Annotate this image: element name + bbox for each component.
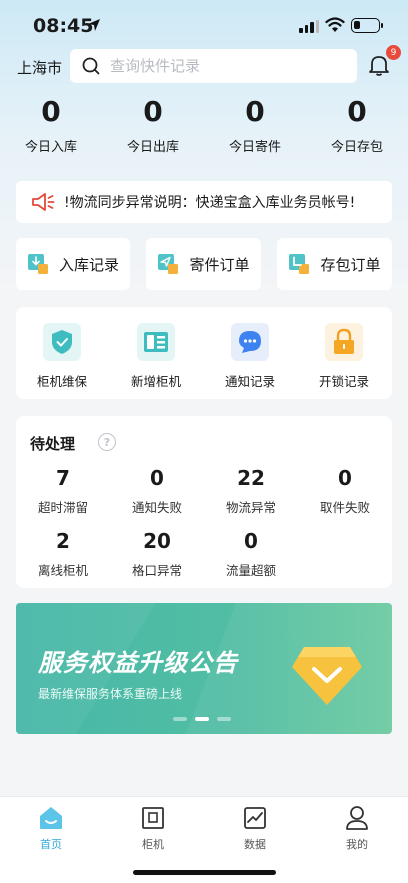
pending-value: 22 [237,466,265,490]
pending-value: 7 [56,466,70,490]
inbound-record-icon [27,254,48,274]
stat-label: 今日出库 [126,140,179,155]
promo-banner[interactable]: 服务权益升级公告 最新维保服务体系重磅上线 [16,603,392,734]
send-order-button[interactable]: 寄件订单 [146,238,261,290]
pending-logistics-error[interactable]: 22 物流异常 [204,466,298,516]
send-order-label: 寄件订单 [189,255,250,274]
storage-order-label: 存包订单 [320,255,381,274]
pending-title: 待处理 [30,435,76,453]
storage-order-button[interactable]: 存包订单 [277,238,392,290]
pending-timeout[interactable]: 7 超时滞留 [16,466,110,516]
pending-data-overage[interactable]: 0 流量超额 [204,529,298,579]
pending-value: 0 [150,466,164,490]
pending-value: 0 [244,529,258,553]
pending-label: 离线柜机 [37,563,88,578]
message-icon [231,323,269,361]
search-icon [82,57,100,75]
menu-label: 新增柜机 [130,374,181,389]
storage-order-icon [289,254,310,274]
notification-badge: 9 [386,45,401,60]
bell-icon[interactable] [368,54,390,76]
pending-offline-cabinet[interactable]: 2 离线柜机 [16,529,110,579]
pending-pickup-fail[interactable]: 0 取件失败 [298,466,392,516]
pending-panel: 待处理 ? 7 超时滞留 0 通知失败 22 物流异常 0 取件失败 2 离线柜… [16,416,392,588]
shield-check-icon [43,323,81,361]
pending-label: 取件失败 [319,500,370,515]
search-input[interactable] [110,57,330,75]
stat-label: 今日存包 [330,140,383,155]
pending-value: 20 [143,529,171,553]
tab-label: 我的 [346,838,368,851]
help-icon[interactable]: ? [98,433,116,451]
menu-label: 开锁记录 [318,374,369,389]
cellular-signal-icon [299,20,319,33]
wifi-icon [325,17,345,32]
pending-label: 格口异常 [131,563,182,578]
cabinet-icon [142,807,164,829]
function-menu: 柜机维保 新增柜机 通知记录 开锁记录 [16,307,392,399]
search-bar[interactable] [70,49,357,83]
pending-label: 物流异常 [225,500,276,515]
stat-value: 0 [41,95,61,128]
home-indicator [133,870,276,875]
stat-value: 0 [245,95,265,128]
pending-label: 超时滞留 [37,500,88,515]
stat-send[interactable]: 0 今日寄件 [205,95,305,155]
pending-label: 通知失败 [131,500,182,515]
carousel-dot[interactable] [217,717,231,721]
lock-icon [325,323,363,361]
carousel-indicator [173,717,231,721]
pending-slot-error[interactable]: 20 格口异常 [110,529,204,579]
menu-cabinet-maintenance[interactable]: 柜机维保 [22,323,102,390]
battery-icon [351,18,383,33]
tab-me[interactable]: 我的 [327,805,387,852]
banner-subtitle: 最新维保服务体系重磅上线 [38,687,183,701]
tab-label: 首页 [40,838,62,851]
cabinet-add-icon [137,323,175,361]
pending-label: 流量超额 [225,563,276,578]
menu-unlock-record[interactable]: 开锁记录 [304,323,384,390]
send-order-icon [158,254,179,274]
stat-label: 今日入库 [24,140,77,155]
banner-title: 服务权益升级公告 [38,649,238,677]
carousel-dot-active[interactable] [195,717,209,721]
stat-value: 0 [347,95,367,128]
tab-data[interactable]: 数据 [225,805,285,852]
status-bar: 08:45 [0,0,408,50]
menu-notification-record[interactable]: 通知记录 [210,323,290,390]
location-arrow-icon [88,19,100,31]
inbound-record-button[interactable]: 入库记录 [16,238,130,290]
stat-inbound[interactable]: 0 今日入库 [1,95,101,155]
daily-stats: 0 今日入库 0 今日出库 0 今日寄件 0 今日存包 [0,95,408,165]
tab-label: 数据 [244,838,266,851]
home-icon [40,807,62,829]
stat-outbound[interactable]: 0 今日出库 [103,95,203,155]
pending-value: 2 [56,529,70,553]
user-icon [346,806,368,830]
megaphone-icon [32,193,55,211]
menu-add-cabinet[interactable]: 新增柜机 [116,323,196,390]
menu-label: 柜机维保 [36,374,87,389]
notice-bar[interactable]: !物流同步异常说明：快递宝盒入库业务员帐号! [16,181,392,223]
stat-label: 今日寄件 [228,140,281,155]
pending-notify-fail[interactable]: 0 通知失败 [110,466,204,516]
stat-storage[interactable]: 0 今日存包 [307,95,407,155]
menu-label: 通知记录 [224,374,275,389]
inbound-record-label: 入库记录 [58,255,119,274]
notice-text: !物流同步异常说明：快递宝盒入库业务员帐号! [64,195,356,211]
tab-home[interactable]: 首页 [21,805,81,852]
chart-icon [244,807,266,829]
city-selector[interactable]: 上海市 [17,57,62,78]
stat-value: 0 [143,95,163,128]
tab-label: 柜机 [142,838,164,851]
carousel-dot[interactable] [173,717,187,721]
pending-value: 0 [338,466,352,490]
clock: 08:45 [33,15,94,37]
diamond-icon [292,647,362,705]
tab-cabinet[interactable]: 柜机 [123,805,183,852]
